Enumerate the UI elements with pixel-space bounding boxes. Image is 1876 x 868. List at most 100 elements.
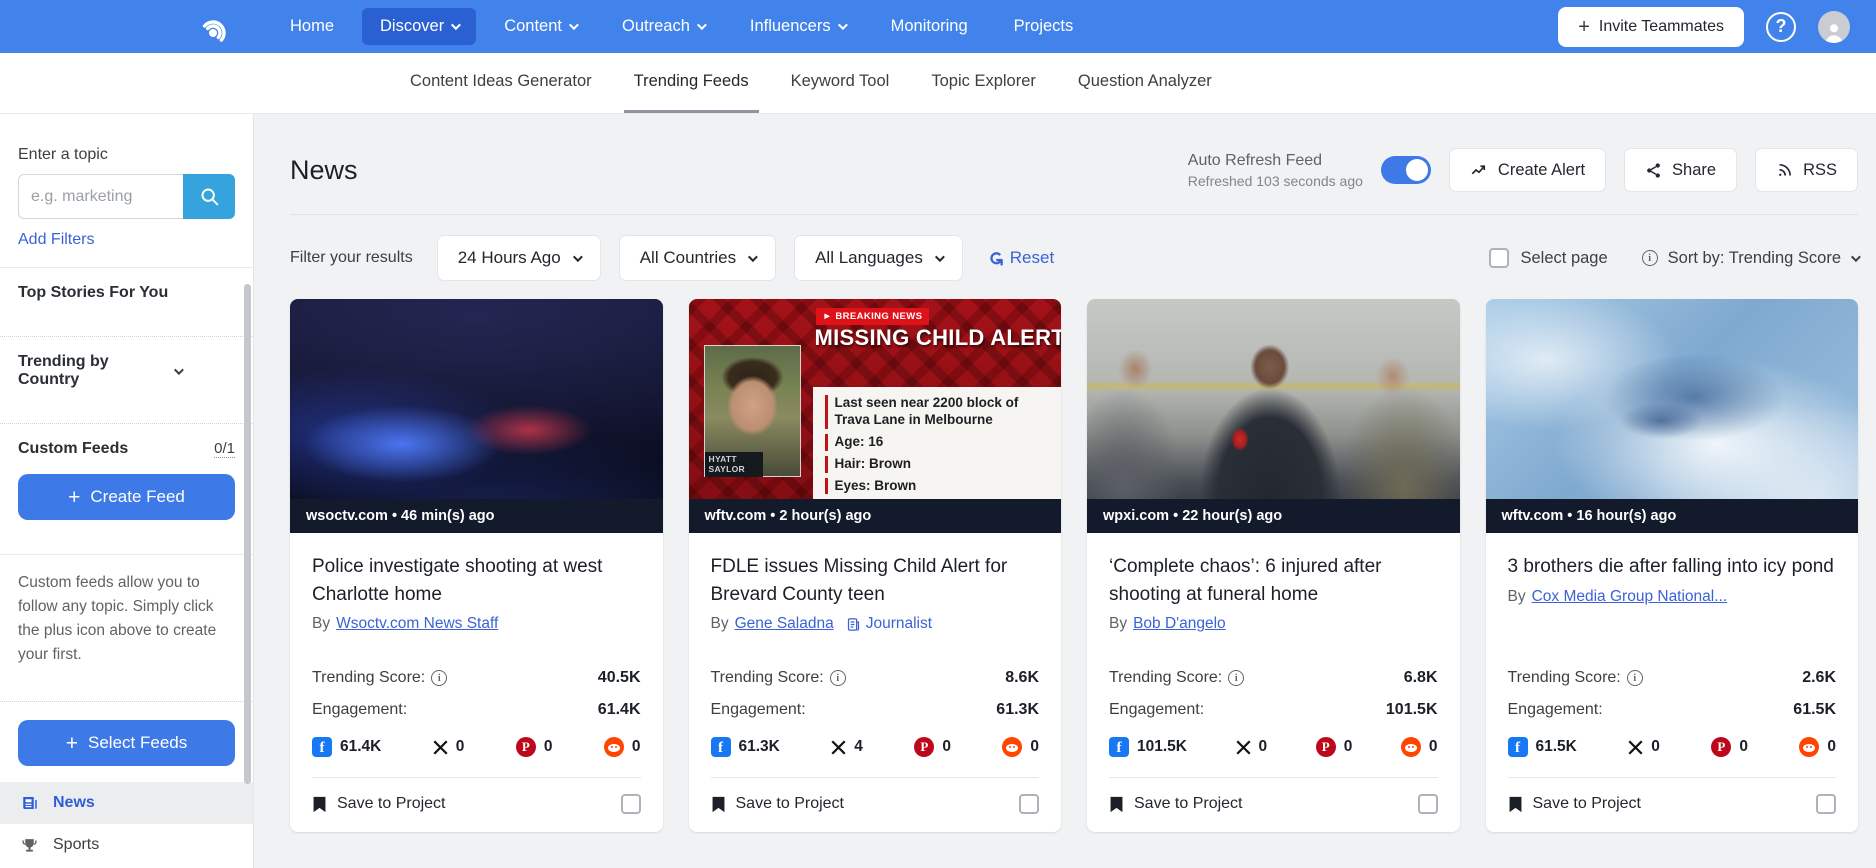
select-feeds-button[interactable]: + Select Feeds (18, 720, 235, 767)
pinterest-icon: P (914, 737, 935, 757)
time-filter-dropdown[interactable]: 24 Hours Ago (436, 235, 601, 281)
tab-content-ideas-generator[interactable]: Content Ideas Generator (400, 53, 602, 113)
custom-feeds-header: Custom Feeds 0/1 (18, 440, 235, 458)
brand-logo-icon[interactable] (200, 10, 234, 44)
nav-item-outreach[interactable]: Outreach (604, 8, 722, 45)
nav-item-content[interactable]: Content (486, 8, 594, 45)
info-icon: i (829, 670, 846, 686)
facebook-icon: f (710, 737, 731, 757)
engagement-value: 61.3K (996, 701, 1039, 718)
article-title[interactable]: 3 brothers die after falling into icy po… (1508, 553, 1837, 581)
nav-item-projects[interactable]: Projects (996, 8, 1092, 45)
trending-score-value: 6.8K (1403, 669, 1438, 686)
create-alert-button[interactable]: Create Alert (1448, 148, 1607, 192)
bookmark-icon (1110, 796, 1123, 812)
language-filter-dropdown[interactable]: All Languages (794, 235, 963, 281)
top-navbar: Home Discover Content Outreach Influence… (0, 0, 1876, 53)
tab-keyword-tool[interactable]: Keyword Tool (781, 53, 900, 113)
article-image[interactable]: wpxi.com • 22 hour(s) ago (1087, 299, 1460, 533)
author-link[interactable]: Gene Saladna (735, 615, 834, 633)
save-checkbox[interactable] (1816, 794, 1836, 814)
filter-results-label: Filter your results (290, 249, 413, 266)
reset-filters-link[interactable]: ↻ Reset (984, 247, 1054, 270)
author-link[interactable]: Wsoctv.com News Staff (336, 615, 498, 633)
share-button[interactable]: Share (1624, 148, 1738, 192)
secondary-nav: Content Ideas Generator Trending Feeds K… (0, 53, 1876, 114)
chevron-down-icon (837, 20, 848, 31)
sort-by-dropdown[interactable]: i Sort by: Trending Score (1641, 249, 1861, 268)
article-title[interactable]: FDLE issues Missing Child Alert for Brev… (711, 553, 1040, 608)
plus-icon: + (68, 485, 81, 509)
author-link[interactable]: Bob D'angelo (1133, 615, 1226, 633)
custom-feeds-count[interactable]: 0/1 (214, 440, 235, 458)
avatar[interactable] (1818, 10, 1850, 43)
reddit-icon (1002, 737, 1023, 757)
journalist-icon (847, 617, 859, 631)
facebook-icon: f (1507, 737, 1528, 757)
chevron-down-icon (1850, 251, 1861, 262)
article-title[interactable]: Police investigate shooting at west Char… (312, 553, 641, 608)
page-title: News (290, 154, 358, 185)
sidebar-item-news[interactable]: News (0, 782, 253, 825)
article-image[interactable]: ► BREAKING NEWS MISSING CHILD ALERT HYAT… (688, 299, 1061, 533)
article-title[interactable]: ‘Complete chaos’: 6 injured after shooti… (1109, 553, 1438, 608)
sidebar-scrollbar[interactable] (244, 284, 251, 784)
trending-up-icon (1471, 165, 1485, 175)
info-icon: i (1228, 670, 1245, 686)
article-source-bar: wftv.com • 2 hour(s) ago (688, 499, 1061, 533)
save-to-project-button[interactable]: Save to Project (312, 795, 446, 813)
save-to-project-button[interactable]: Save to Project (711, 795, 844, 813)
info-icon: i (431, 670, 448, 686)
tab-topic-explorer[interactable]: Topic Explorer (921, 53, 1046, 113)
save-checkbox[interactable] (1019, 794, 1039, 814)
pinterest-icon: P (1711, 737, 1732, 757)
engagement-label: Engagement: (312, 701, 408, 718)
article-source-bar: wpxi.com • 22 hour(s) ago (1087, 499, 1460, 533)
chevron-down-icon (568, 20, 579, 31)
topic-search-input[interactable] (18, 174, 183, 219)
engagement-label: Engagement: (710, 701, 806, 718)
author-link[interactable]: Cox Media Group National... (1532, 588, 1728, 606)
save-checkbox[interactable] (620, 794, 641, 814)
social-stats: f 61.4K 0 P0 0 (312, 737, 641, 757)
rss-button[interactable]: RSS (1755, 148, 1858, 192)
article-image[interactable]: wsoctv.com • 46 min(s) ago (290, 299, 663, 533)
search-icon (201, 188, 218, 206)
help-icon[interactable]: ? (1766, 11, 1796, 42)
byline: By Gene Saladna Journalist (710, 615, 933, 633)
trending-score-label: Trending Score: i (1508, 669, 1643, 687)
trending-score-label: Trending Score: i (312, 669, 448, 687)
nav-item-discover[interactable]: Discover (362, 8, 477, 45)
engagement-value: 61.5K (1793, 701, 1836, 718)
save-to-project-button[interactable]: Save to Project (1508, 795, 1641, 813)
top-stories-header[interactable]: Top Stories For You (18, 284, 235, 302)
reddit-icon (1400, 737, 1421, 757)
bookmark-icon (313, 796, 326, 812)
main-content: News Auto Refresh Feed Refreshed 103 sec… (254, 114, 1876, 868)
add-filters-link[interactable]: Add Filters (18, 231, 94, 249)
x-icon (433, 739, 448, 755)
tab-question-analyzer[interactable]: Question Analyzer (1068, 53, 1222, 113)
nav-item-monitoring[interactable]: Monitoring (873, 8, 986, 45)
save-to-project-button[interactable]: Save to Project (1109, 795, 1243, 813)
trending-by-country-section: Trending by Country (0, 336, 253, 405)
rss-icon (1779, 163, 1792, 176)
nav-item-home[interactable]: Home (272, 8, 352, 45)
save-checkbox[interactable] (1417, 794, 1438, 814)
primary-nav: Home Discover Content Outreach Influence… (272, 8, 1558, 45)
custom-feeds-section: Custom Feeds 0/1 + Create Feed (0, 423, 253, 536)
search-button[interactable] (183, 174, 235, 219)
auto-refresh-toggle[interactable] (1380, 156, 1431, 184)
article-image[interactable]: wftv.com • 16 hour(s) ago (1485, 299, 1858, 533)
tab-trending-feeds[interactable]: Trending Feeds (623, 53, 759, 113)
engagement-value: 61.4K (597, 701, 641, 718)
trending-by-country-header[interactable]: Trending by Country (18, 353, 235, 389)
create-feed-button[interactable]: + Create Feed (18, 474, 235, 520)
sidebar-item-sports[interactable]: Sports (0, 824, 253, 866)
country-filter-dropdown[interactable]: All Countries (618, 235, 777, 281)
nav-item-influencers[interactable]: Influencers (732, 8, 863, 45)
trending-score-value: 40.5K (597, 669, 641, 686)
trending-score-value: 2.6K (1802, 669, 1836, 686)
invite-teammates-button[interactable]: + Invite Teammates (1558, 6, 1744, 47)
select-page-checkbox[interactable] (1488, 248, 1509, 268)
